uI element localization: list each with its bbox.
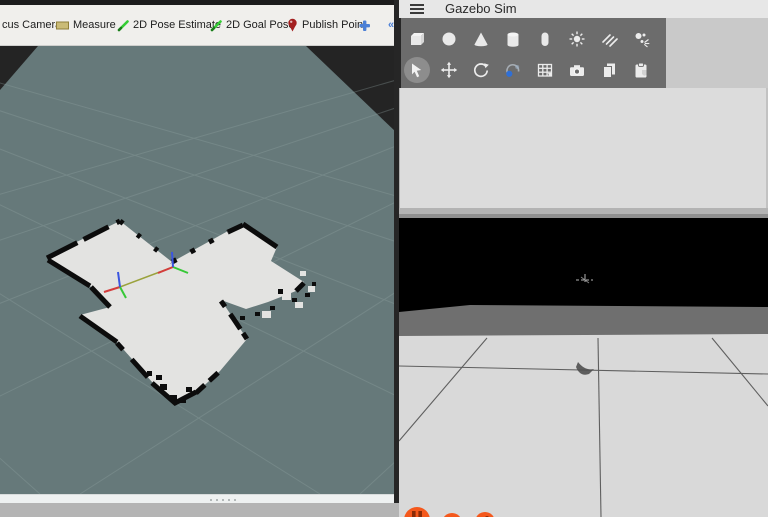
goal-pose-label: 2D Goal Pose bbox=[226, 19, 295, 31]
green-arrow-icon bbox=[117, 19, 129, 31]
translate-tool-button[interactable] bbox=[439, 60, 459, 80]
cylinder-icon bbox=[507, 32, 519, 47]
orbit-icon bbox=[506, 63, 520, 77]
goal-pose-button[interactable]: 2D Goal Pose bbox=[209, 5, 294, 45]
box-icon bbox=[411, 33, 424, 45]
select-tool-button[interactable] bbox=[404, 57, 430, 83]
gazebo-toolbar-filler bbox=[666, 18, 768, 88]
view-angle-tool-button[interactable] bbox=[503, 60, 523, 80]
capsule-tool-button[interactable] bbox=[535, 29, 555, 49]
publish-point-label: Publish Point bbox=[302, 19, 367, 31]
capsule-icon bbox=[541, 32, 549, 46]
cylinder-tool-button[interactable] bbox=[503, 29, 523, 49]
gazebo-panel-divider[interactable] bbox=[399, 208, 768, 218]
rviz-3d-viewport[interactable] bbox=[0, 0, 768, 495]
window-background bbox=[0, 503, 397, 517]
ground-platform-edge bbox=[399, 305, 768, 336]
box-tool-button[interactable] bbox=[407, 29, 427, 49]
map-pin-icon bbox=[288, 18, 297, 32]
cursor-icon bbox=[412, 63, 422, 78]
copy-icon bbox=[603, 63, 615, 78]
move-icon bbox=[440, 61, 458, 79]
gazebo-3d-viewport[interactable] bbox=[398, 218, 768, 517]
rotate-icon bbox=[474, 63, 489, 78]
pause-icon bbox=[418, 511, 422, 517]
paste-tool-button[interactable] bbox=[631, 60, 651, 80]
measure-icon bbox=[56, 21, 69, 29]
focus-camera-button[interactable]: cus Camera bbox=[2, 5, 61, 45]
measure-button[interactable]: Measure bbox=[56, 5, 116, 45]
grid-icon bbox=[537, 63, 553, 77]
point-light-button[interactable] bbox=[567, 29, 587, 49]
sphere-tool-button[interactable] bbox=[439, 29, 459, 49]
shape-tools-row bbox=[407, 29, 651, 49]
green-arrow-icon bbox=[210, 19, 222, 31]
add-tool-button[interactable] bbox=[358, 5, 371, 45]
pose-estimate-label: 2D Pose Estimate bbox=[133, 19, 222, 31]
resize-handle[interactable] bbox=[210, 499, 238, 501]
rviz-scene-canvas bbox=[0, 0, 768, 495]
rotate-tool-button[interactable] bbox=[471, 60, 491, 80]
spot-light-icon bbox=[635, 33, 650, 48]
gazebo-empty-panel bbox=[399, 88, 768, 208]
sphere-icon bbox=[442, 32, 456, 46]
measure-label: Measure bbox=[73, 19, 116, 31]
cone-icon bbox=[474, 32, 488, 47]
grid-tool-button[interactable] bbox=[535, 60, 555, 80]
transform-tools-row bbox=[404, 57, 651, 83]
directional-light-button[interactable] bbox=[599, 29, 619, 49]
gazebo-scene-canvas bbox=[398, 218, 768, 517]
hamburger-icon[interactable] bbox=[410, 4, 424, 14]
gazebo-header: Gazebo Sim bbox=[399, 0, 768, 18]
cone-tool-button[interactable] bbox=[471, 29, 491, 49]
rviz-toolbar: cus Camera Measure 2D Pose Estimate 2D G… bbox=[0, 5, 397, 46]
screenshot-tool-button[interactable] bbox=[567, 60, 587, 80]
gazebo-toolbar bbox=[401, 18, 666, 88]
gazebo-title: Gazebo Sim bbox=[445, 1, 517, 16]
pose-estimate-button[interactable]: 2D Pose Estimate bbox=[116, 5, 221, 45]
desktop: cus Camera Measure 2D Pose Estimate 2D G… bbox=[0, 0, 768, 517]
sun-icon bbox=[569, 31, 585, 47]
directional-light-icon bbox=[602, 34, 618, 47]
focus-camera-label: cus Camera bbox=[2, 19, 62, 31]
camera-icon bbox=[570, 65, 584, 76]
copy-tool-button[interactable] bbox=[599, 60, 619, 80]
spot-light-button[interactable] bbox=[631, 29, 651, 49]
publish-point-button[interactable]: Publish Point bbox=[287, 5, 366, 45]
pause-icon bbox=[412, 511, 416, 517]
paste-icon bbox=[635, 62, 647, 78]
plus-icon bbox=[359, 20, 370, 31]
